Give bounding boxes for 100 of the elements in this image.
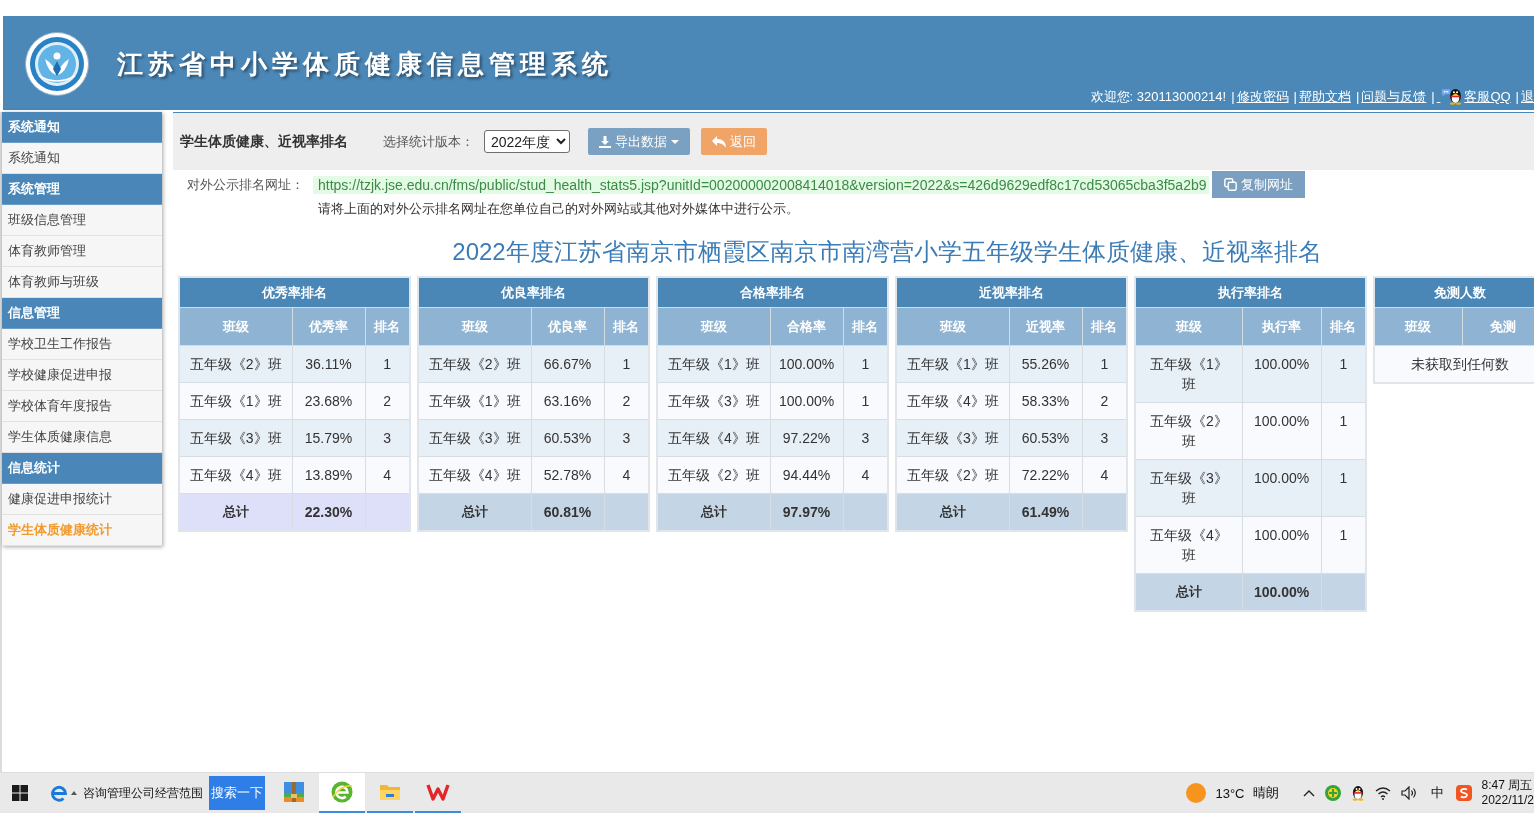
- table-cell: 55.26%: [1009, 345, 1083, 383]
- column-header: 优秀率: [292, 307, 365, 346]
- sidebar-item[interactable]: 健康促进申报统计: [2, 484, 162, 515]
- sidebar-item[interactable]: 学校体育年度报告: [2, 391, 162, 422]
- sidebar-section-header[interactable]: 信息管理: [2, 298, 162, 329]
- clock-time: 8:47 周五: [1481, 778, 1533, 793]
- e-logo-icon: [50, 784, 68, 802]
- header-link[interactable]: 问题与反馈: [1361, 88, 1427, 105]
- emblem-icon: [25, 32, 89, 96]
- table-cell: 36.11%: [292, 345, 365, 383]
- version-select[interactable]: 2022年度: [484, 130, 570, 153]
- zigzag-logo-icon: [426, 782, 450, 802]
- sidebar-item[interactable]: 体育教师与班级: [2, 267, 162, 298]
- sidebar-item[interactable]: 学校健康促进申报: [2, 360, 162, 391]
- column-header: 合格率: [770, 307, 844, 346]
- sidebar-section-header[interactable]: 系统管理: [2, 174, 162, 205]
- table-cell: 100.00%: [1242, 345, 1322, 403]
- separator-text: |: [1431, 88, 1435, 105]
- table-title: 优良率排名: [418, 277, 650, 308]
- column-header: 排名: [365, 307, 410, 346]
- table-cell: 100.00%: [1242, 402, 1322, 460]
- back-arrow-icon: [712, 135, 726, 148]
- column-header: 班级: [418, 307, 531, 346]
- url-label: 对外公示排名网址：: [187, 175, 304, 194]
- back-button[interactable]: 返回: [701, 128, 767, 155]
- table-cell: 五年级《1》班: [1135, 345, 1243, 403]
- copy-icon: [1223, 178, 1237, 191]
- sidebar-section-header[interactable]: 系统通知: [2, 112, 162, 143]
- column-header: 排名: [604, 307, 650, 346]
- sidebar-item[interactable]: 班级信息管理: [2, 205, 162, 236]
- table-cell: 五年级《2》班: [418, 345, 531, 383]
- column-header: 班级: [1135, 307, 1243, 346]
- column-header: 班级: [657, 307, 771, 346]
- table-cell: 五年级《1》班: [418, 382, 531, 420]
- swirl-icon[interactable]: [1455, 785, 1472, 801]
- header-link[interactable]: 客服QQ: [1436, 88, 1511, 105]
- sidebar-item[interactable]: 学生体质健康统计: [2, 515, 162, 546]
- table-title: 执行率排名: [1135, 277, 1367, 308]
- column-header: 排名: [1321, 307, 1367, 346]
- table-cell: 五年级《3》班: [179, 419, 292, 457]
- caret-icon: [671, 139, 679, 144]
- table-cell: 五年级《4》班: [657, 419, 771, 457]
- table-cell: 100.00%: [770, 345, 844, 383]
- sidebar-item[interactable]: 系统通知: [2, 143, 162, 174]
- table-title: 近视率排名: [896, 277, 1128, 308]
- table-cell: 63.16%: [531, 382, 604, 420]
- welcome-text: 欢迎您: 320113000214!: [1090, 88, 1227, 105]
- column-header: 优良率: [531, 307, 604, 346]
- plus-circle-icon[interactable]: [1324, 785, 1341, 801]
- taskbar-app[interactable]: [319, 773, 365, 813]
- table-cell: 五年级《2》班: [179, 345, 292, 383]
- table-cell: 五年级《4》班: [1135, 516, 1243, 574]
- speech-bubble-icon: [1441, 88, 1452, 97]
- note-text: 请将上面的对外公示排名网址在您单位自己的对外网站或其他对外媒体中进行公示。: [317, 200, 800, 218]
- weather-temperature: 13°C: [1215, 785, 1245, 801]
- export-button[interactable]: 导出数据: [588, 128, 690, 155]
- copy-url-button[interactable]: 复制网址: [1211, 171, 1305, 198]
- system-title: 江苏省中小学体质健康信息管理系统: [117, 47, 613, 81]
- table-cell: 15.79%: [292, 419, 365, 457]
- table-cell: 五年级《2》班: [1135, 402, 1243, 460]
- search-field[interactable]: 咨询管理公司经营范围: [83, 786, 209, 800]
- sun-icon: [1186, 783, 1207, 803]
- sidebar-item[interactable]: 学校卫生工作报告: [2, 329, 162, 360]
- table-cell: 五年级《4》班: [418, 456, 531, 494]
- table-cell: 60.53%: [531, 419, 604, 457]
- table-cell: 五年级《3》班: [896, 419, 1010, 457]
- clock-date: 2022/11/2: [1481, 793, 1534, 808]
- caret-up-icon: [71, 791, 77, 795]
- table-cell: 五年级《1》班: [657, 345, 771, 383]
- input-method-indicator[interactable]: 中: [1430, 784, 1444, 802]
- table-title: 优秀率排名: [179, 277, 410, 308]
- header-link[interactable]: 帮助文档: [1298, 88, 1351, 105]
- header-link[interactable]: 修改密码: [1236, 88, 1289, 105]
- separator-text: |: [1231, 88, 1235, 105]
- version-label: 选择统计版本：: [383, 132, 474, 151]
- empty-message: 未获取到任何数: [1374, 345, 1534, 383]
- separator-text: |: [1355, 88, 1360, 105]
- table-title: 免测人数: [1374, 277, 1534, 308]
- sidebar-item[interactable]: 体育教师管理: [2, 236, 162, 267]
- speaker-icon[interactable]: [1400, 786, 1417, 800]
- url-text: https://tzjk.jse.edu.cn/fms/public/stud_health_stats5.jsp?unitId=002000002008414018&version=2022&s=426d9629edf8c17cd53065cba3f5a2b9: [313, 175, 1209, 194]
- column-header: 免测: [1462, 307, 1534, 346]
- page-title: 学生体质健康、近视率排名: [180, 132, 348, 151]
- sidebar-item[interactable]: 学生体质健康信息: [2, 422, 162, 453]
- table-cell: 13.89%: [292, 456, 365, 494]
- column-header: 近视率: [1009, 307, 1083, 346]
- table-cell: 五年级《2》班: [896, 456, 1010, 494]
- wifi-icon[interactable]: [1374, 786, 1391, 800]
- table-cell: 五年级《3》班: [657, 382, 771, 420]
- table-cell: 66.67%: [531, 345, 604, 383]
- weather-condition: 晴朗: [1252, 784, 1279, 802]
- column-header: 排名: [843, 307, 889, 346]
- penguin-icon: [1350, 785, 1365, 801]
- chevron-up-icon[interactable]: [1302, 789, 1315, 797]
- header-link[interactable]: 退: [1521, 88, 1534, 105]
- folder-icon: [379, 782, 401, 802]
- sidebar-section-header[interactable]: 信息统计: [2, 453, 162, 484]
- browser-icon: [331, 781, 353, 803]
- download-icon: [599, 135, 611, 148]
- search-button[interactable]: 搜索一下: [209, 776, 265, 810]
